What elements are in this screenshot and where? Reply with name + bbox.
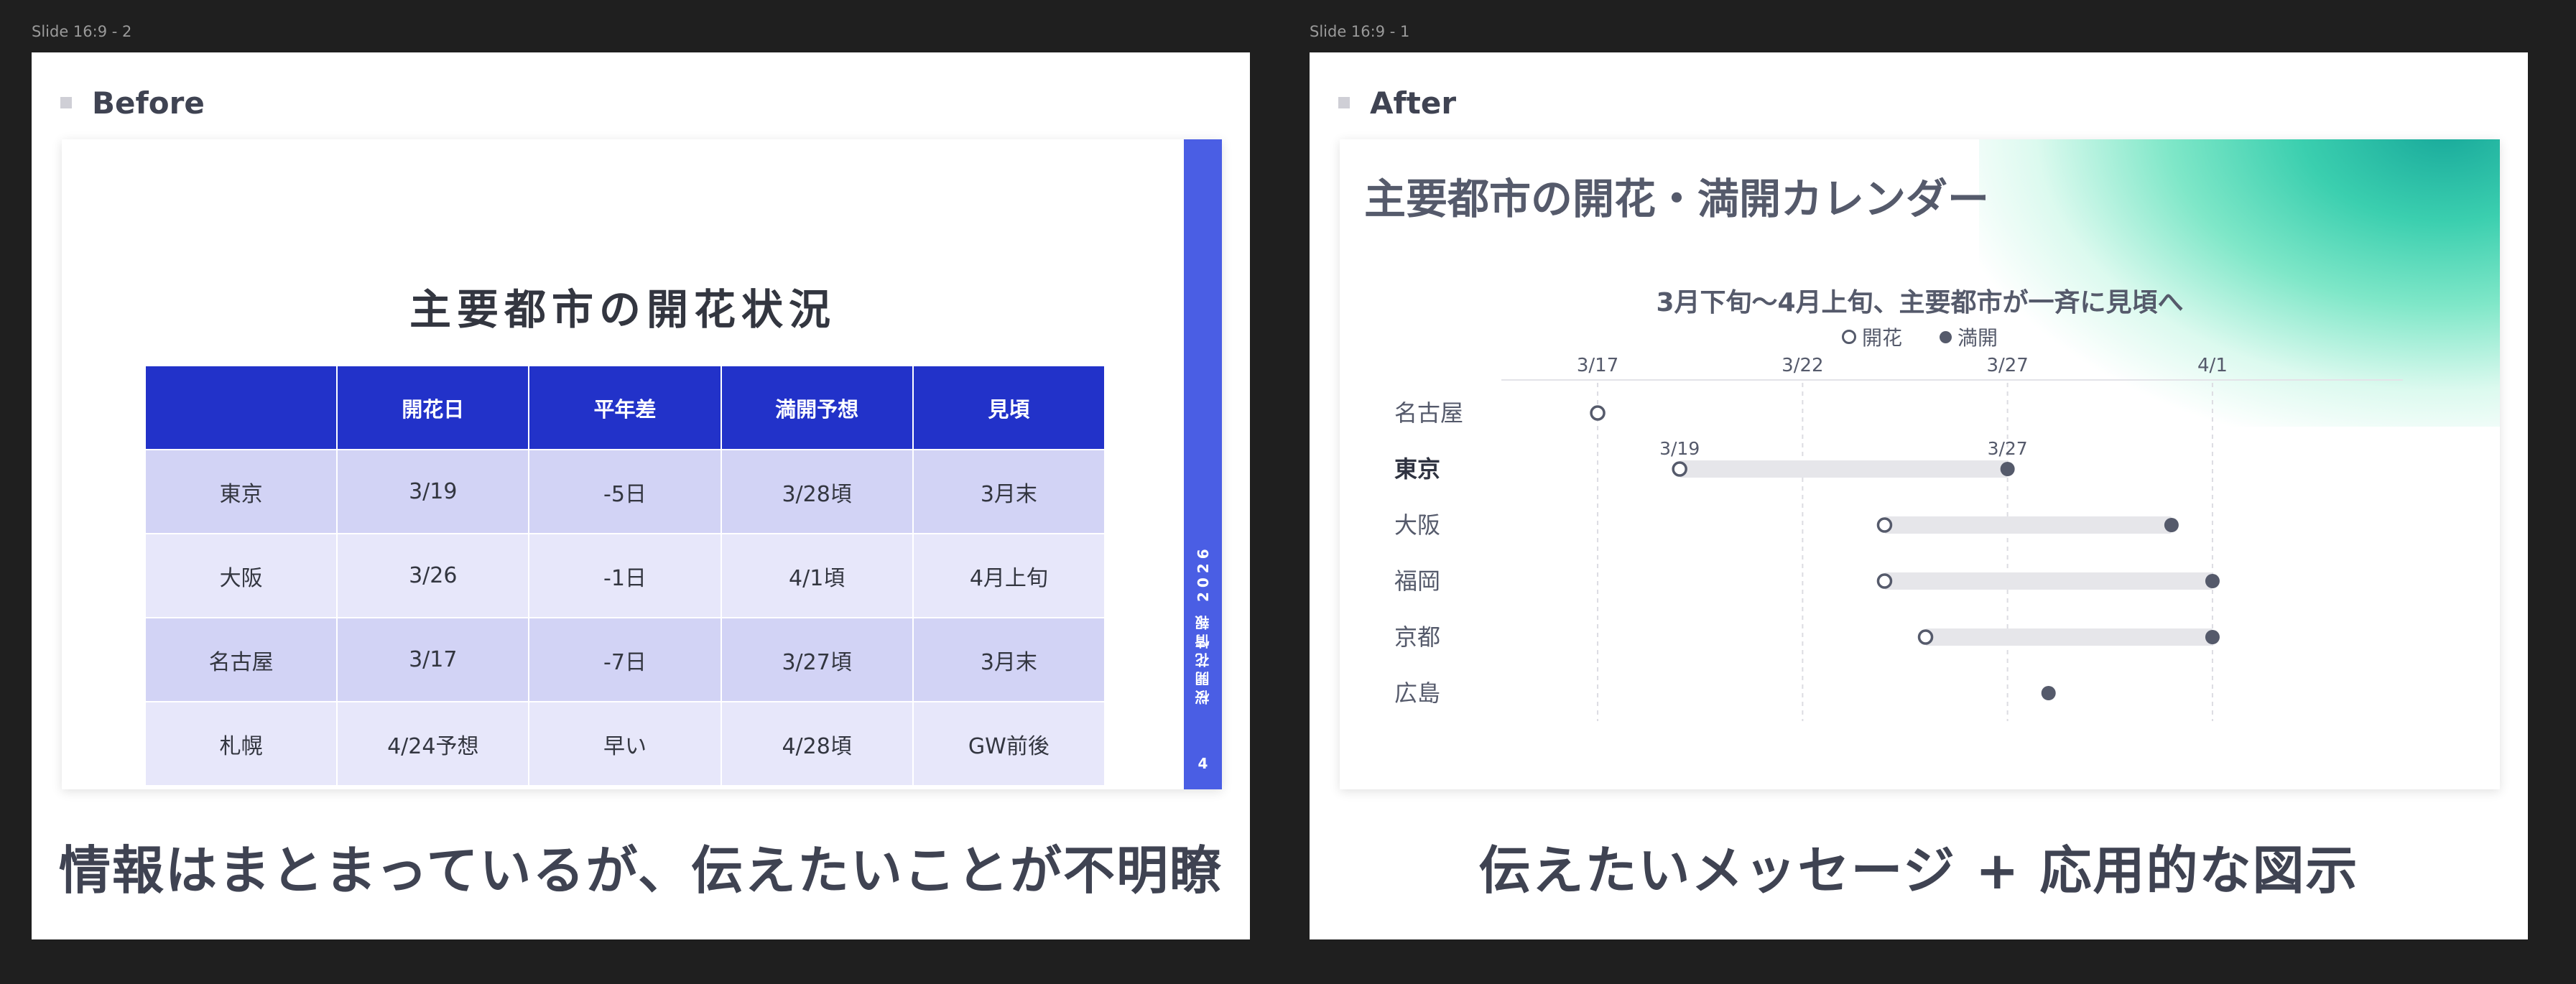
- table-header-cell: [144, 365, 338, 450]
- frame-label-after[interactable]: Slide 16:9 - 1: [1310, 23, 1409, 40]
- table-cell: 3月末: [912, 617, 1106, 702]
- bloom-date-label: 3/19: [1659, 438, 1700, 459]
- table-cell: -1日: [528, 533, 722, 618]
- bloom-table: 開花日 平年差 満開予想 見頃 東京 3/19 -5日 3/28頃 3月末 大阪…: [144, 365, 1106, 786]
- table-header-cell: 見頃: [912, 365, 1106, 450]
- bullet-square-icon: [60, 97, 72, 108]
- table-cell: 3/17: [336, 617, 530, 702]
- caption-before: 情報はまとまっているが、伝えたいことが不明瞭: [58, 840, 1223, 901]
- slide-after[interactable]: 主要都市の開花・満開カレンダー 3月下旬〜4月上旬、主要都市が一斉に見頃へ 開花…: [1340, 139, 2500, 789]
- frame-label-before[interactable]: Slide 16:9 - 2: [32, 23, 131, 40]
- section-header-after: After: [1338, 83, 1456, 123]
- full-bloom-marker: [2205, 630, 2220, 644]
- full-bloom-marker: [2000, 462, 2015, 476]
- slide-title-before: 主要都市の開花状況: [409, 285, 836, 334]
- table-cell: GW前後: [912, 701, 1106, 786]
- range-bar: [1680, 460, 2008, 478]
- row-city-label: 東京: [1394, 455, 1440, 483]
- table-cell: 4/24予想: [336, 701, 530, 786]
- table-header-cell: 開花日: [336, 365, 530, 450]
- row-city-label: 福岡: [1394, 567, 1440, 595]
- table-header-row: 開花日 平年差 満開予想 見頃: [144, 365, 1106, 450]
- full-date-label: 3/27: [1988, 438, 2028, 459]
- table-cell: 4/28頃: [720, 701, 914, 786]
- x-tick-label: 3/17: [1577, 355, 1618, 376]
- table-row: 名古屋 3/17 -7日 3/27頃 3月末: [144, 617, 1106, 702]
- table-cell: 3/27頃: [720, 617, 914, 702]
- bloom-marker: [1876, 517, 1893, 533]
- table-cell: 4/1頃: [720, 533, 914, 618]
- table-row: 札幌 4/24予想 早い 4/28頃 GW前後: [144, 701, 1106, 786]
- row-city-label: 大阪: [1394, 511, 1440, 539]
- range-bar: [1884, 572, 2213, 590]
- x-tick-label: 3/27: [1986, 355, 2028, 376]
- table-cell: 3月末: [912, 449, 1106, 534]
- section-title-before: Before: [92, 85, 205, 121]
- row-city-label: 名古屋: [1394, 399, 1463, 427]
- bloom-calendar-chart: 3/17 3/22 3/27 4/1 名古屋東京 3/19 3/27 大阪福岡京都広島: [1394, 355, 2403, 721]
- side-band-text: 桜開花情報 2026: [1195, 544, 1212, 705]
- table-row: 大阪 3/26 -1日 4/1頃 4月上旬: [144, 533, 1106, 618]
- bloom-marker: [1876, 573, 1893, 589]
- full-bloom-marker: [2041, 686, 2056, 700]
- table-cell: 大阪: [144, 533, 338, 618]
- frame-after[interactable]: After 主要都市の開花・満開カレンダー 3月下旬〜4月上旬、主要都市が一斉に…: [1310, 52, 2528, 939]
- table-cell: -5日: [528, 449, 722, 534]
- x-tick-label: 4/1: [2197, 355, 2228, 376]
- full-bloom-marker: [2205, 574, 2220, 588]
- range-bar: [1884, 516, 2172, 534]
- slide-before[interactable]: 主要都市の開花状況 開花日 平年差 満開予想 見頃 東京 3/19 -5日 3/…: [62, 139, 1222, 789]
- frame-before[interactable]: Before 主要都市の開花状況 開花日 平年差 満開予想 見頃 東京 3/19…: [32, 52, 1250, 939]
- table-cell: 早い: [528, 701, 722, 786]
- table-header-cell: 満開予想: [720, 365, 914, 450]
- bullet-square-icon: [1338, 97, 1350, 108]
- side-band: 桜開花情報 2026 4: [1184, 139, 1222, 789]
- section-title-after: After: [1370, 85, 1457, 121]
- table-row: 東京 3/19 -5日 3/28頃 3月末: [144, 449, 1106, 534]
- page-number: 4: [1197, 755, 1208, 772]
- table-cell: 4月上旬: [912, 533, 1106, 618]
- row-city-label: 広島: [1394, 679, 1440, 707]
- table-cell: 名古屋: [144, 617, 338, 702]
- row-city-label: 京都: [1394, 623, 1440, 651]
- table-cell: 東京: [144, 449, 338, 534]
- table-header-cell: 平年差: [528, 365, 722, 450]
- range-bar: [1925, 628, 2213, 646]
- bloom-marker: [1590, 405, 1606, 421]
- table-cell: 3/28頃: [720, 449, 914, 534]
- x-tick-label: 3/22: [1782, 355, 1823, 376]
- section-header-before: Before: [60, 83, 205, 123]
- table-cell: -7日: [528, 617, 722, 702]
- bloom-marker: [1917, 629, 1934, 645]
- full-bloom-marker: [2164, 518, 2179, 532]
- bloom-marker: [1672, 461, 1687, 477]
- table-cell: 札幌: [144, 701, 338, 786]
- table-cell: 3/26: [336, 533, 530, 618]
- table-cell: 3/19: [336, 449, 530, 534]
- caption-after: 伝えたいメッセージ + 応用的な図示: [1478, 840, 2359, 901]
